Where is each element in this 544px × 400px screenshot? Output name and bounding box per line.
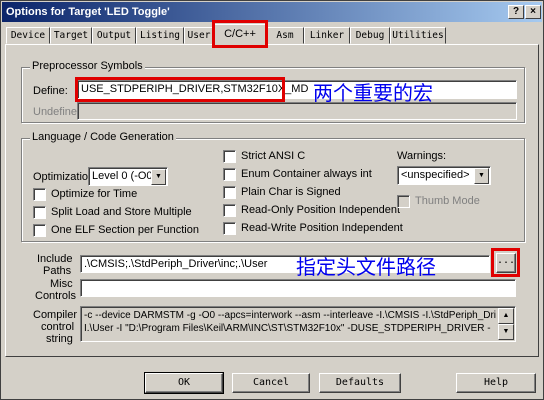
help-title-button[interactable]: ? <box>508 5 524 19</box>
help-button[interactable]: Help <box>456 373 536 393</box>
misc-controls-input[interactable] <box>80 279 516 297</box>
one-elf-label: One ELF Section per Function <box>51 224 199 236</box>
browse-include-button[interactable]: ... <box>496 253 516 273</box>
compiler-control-string[interactable]: -c --device DARMSTM -g -O0 --apcs=interw… <box>80 306 516 342</box>
chevron-down-icon[interactable]: ▼ <box>151 169 166 185</box>
tab-utilities[interactable]: Utilities <box>390 27 446 44</box>
ropi-checkbox[interactable]: Read-Only Position Independent <box>223 204 400 217</box>
cancel-button[interactable]: Cancel <box>232 373 310 393</box>
tab-debug[interactable]: Debug <box>350 27 390 44</box>
tab-linker[interactable]: Linker <box>304 27 350 44</box>
define-label: Define: <box>33 85 68 97</box>
ok-button[interactable]: OK <box>144 372 224 394</box>
compiler-string-line2: I.\User -I "D:\Program Files\Keil\ARM\IN… <box>84 323 491 334</box>
tab-asm[interactable]: Asm <box>266 27 304 44</box>
compiler-label-line2: control <box>41 321 75 333</box>
checkbox-box[interactable] <box>397 195 410 208</box>
close-title-button[interactable]: × <box>525 5 541 19</box>
options-dialog: Options for Target 'LED Toggle' ? × Devi… <box>0 0 544 400</box>
tab-c-cpp[interactable]: C/C++ <box>214 24 266 45</box>
window-title: Options for Target 'LED Toggle' <box>6 6 170 18</box>
rwpi-label: Read-Write Position Independent <box>241 222 403 234</box>
tab-device[interactable]: Device <box>6 27 50 44</box>
optimize-time-checkbox[interactable]: Optimize for Time <box>33 188 137 201</box>
warnings-select[interactable]: <unspecified> ▼ <box>397 166 491 185</box>
title-bar: Options for Target 'LED Toggle' ? × <box>2 2 542 22</box>
checkbox-box[interactable] <box>223 222 236 235</box>
misc-label-line2: Controls <box>35 290 76 302</box>
checkbox-box[interactable] <box>223 168 236 181</box>
chevron-up-icon[interactable]: ▲ <box>498 308 514 324</box>
strict-ansi-label: Strict ANSI C <box>241 150 306 162</box>
undefine-label: Undefine: <box>33 106 81 118</box>
compiler-label-line3: string <box>46 333 73 345</box>
optimization-select[interactable]: Level 0 (-O0) ▼ <box>88 167 168 186</box>
misc-label-line1: Misc <box>50 278 73 290</box>
checkbox-box[interactable] <box>223 204 236 217</box>
checkbox-box[interactable] <box>223 186 236 199</box>
plain-char-checkbox[interactable]: Plain Char is Signed <box>223 186 341 199</box>
warnings-value: <unspecified> <box>401 169 470 181</box>
one-elf-checkbox[interactable]: One ELF Section per Function <box>33 224 199 237</box>
checkbox-box[interactable] <box>33 206 46 219</box>
compiler-scrollbar[interactable]: ▲ ▼ <box>498 308 514 340</box>
strict-ansi-checkbox[interactable]: Strict ANSI C <box>223 150 305 163</box>
optimize-time-label: Optimize for Time <box>51 188 138 200</box>
warnings-label: Warnings: <box>397 150 447 162</box>
enum-container-checkbox[interactable]: Enum Container always int <box>223 168 372 181</box>
tab-user[interactable]: User <box>184 27 214 44</box>
optimization-value: Level 0 (-O0) <box>92 170 157 182</box>
rwpi-checkbox[interactable]: Read-Write Position Independent <box>223 222 403 235</box>
header-path-annotation: 指定头文件路径 <box>296 255 436 279</box>
undefine-input[interactable] <box>77 102 517 120</box>
checkbox-box[interactable] <box>33 224 46 237</box>
chevron-down-icon[interactable]: ▼ <box>498 324 514 340</box>
enum-container-label: Enum Container always int <box>241 168 372 180</box>
thumb-mode-checkbox[interactable]: Thumb Mode <box>397 195 480 208</box>
defaults-button[interactable]: Defaults <box>319 373 401 393</box>
chevron-down-icon[interactable]: ▼ <box>474 168 489 184</box>
ropi-label: Read-Only Position Independent <box>241 204 400 216</box>
codegen-title: Language / Code Generation <box>30 131 176 143</box>
define-input[interactable]: USE_STDPERIPH_DRIVER,STM32F10X_MD <box>77 80 517 99</box>
checkbox-box[interactable] <box>223 150 236 163</box>
include-label-line2: Paths <box>43 265 72 277</box>
plain-char-label: Plain Char is Signed <box>241 186 341 198</box>
tab-output[interactable]: Output <box>92 27 136 44</box>
split-load-checkbox[interactable]: Split Load and Store Multiple <box>33 206 192 219</box>
checkbox-box[interactable] <box>33 188 46 201</box>
preprocessor-title: Preprocessor Symbols <box>30 60 145 72</box>
split-load-label: Split Load and Store Multiple <box>51 206 192 218</box>
macros-annotation: 两个重要的宏 <box>313 81 433 105</box>
tab-listing[interactable]: Listing <box>136 27 184 44</box>
compiler-string-line1: -c --device DARMSTM -g -O0 --apcs=interw… <box>84 310 496 321</box>
compiler-label-line1: Compiler <box>33 309 78 321</box>
thumb-mode-label: Thumb Mode <box>415 195 480 207</box>
tab-target[interactable]: Target <box>50 27 92 44</box>
include-label-line1: Include <box>37 253 73 265</box>
